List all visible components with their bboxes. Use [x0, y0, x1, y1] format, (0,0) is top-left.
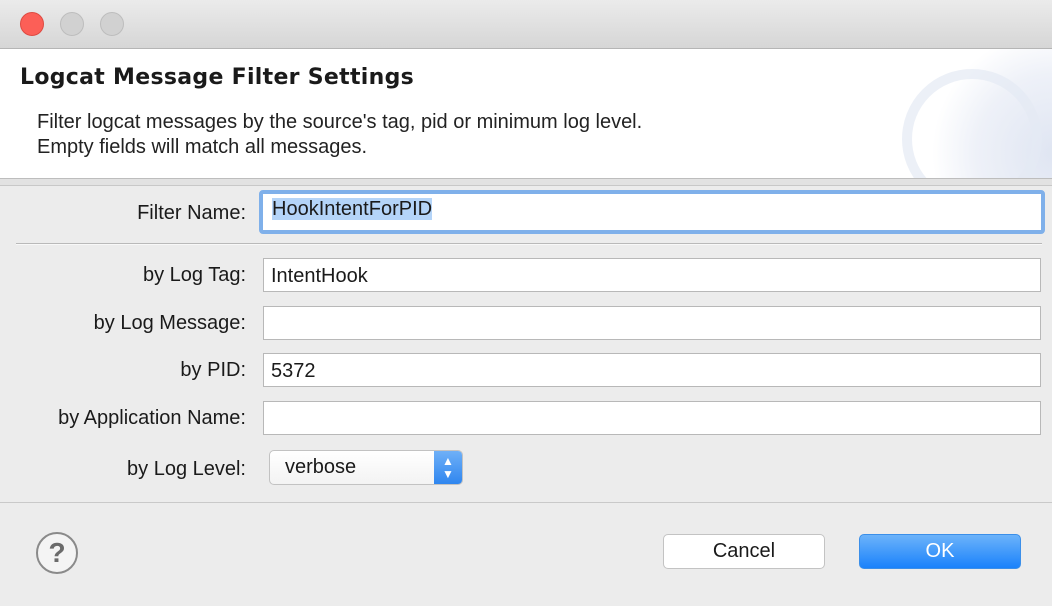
- filter-form: Filter Name: HookIntentForPID by Log Tag…: [0, 186, 1052, 502]
- cancel-button[interactable]: Cancel: [663, 534, 825, 569]
- form-divider: [16, 243, 1042, 245]
- pid-label: by PID:: [180, 359, 246, 381]
- dialog-description-line2: Empty fields will match all messages.: [37, 136, 368, 158]
- filter-name-input[interactable]: HookIntentForPID: [259, 190, 1045, 234]
- log-level-value: verbose: [285, 456, 357, 478]
- application-name-input[interactable]: [263, 401, 1041, 435]
- zoom-window-button[interactable]: [100, 12, 124, 36]
- filter-name-label: Filter Name:: [137, 202, 246, 224]
- dialog-title: Logcat Message Filter Settings: [20, 65, 415, 90]
- close-window-button[interactable]: [20, 12, 44, 36]
- dialog-header: Logcat Message Filter Settings Filter lo…: [0, 49, 1052, 179]
- log-level-select[interactable]: verbose ▲ ▼: [269, 450, 463, 485]
- title-bar: [0, 0, 1052, 49]
- filter-name-value: HookIntentForPID: [272, 198, 433, 220]
- application-name-label: by Application Name:: [58, 407, 246, 429]
- log-tag-label: by Log Tag:: [142, 264, 246, 286]
- ok-button[interactable]: OK: [859, 534, 1021, 569]
- log-level-label: by Log Level:: [127, 458, 246, 480]
- button-bar-separator: [0, 502, 1052, 503]
- log-message-input[interactable]: [263, 306, 1041, 340]
- header-separator: [0, 179, 1052, 186]
- minimize-window-button[interactable]: [60, 12, 84, 36]
- pid-input[interactable]: 5372: [263, 353, 1041, 387]
- help-icon[interactable]: ?: [36, 532, 78, 574]
- log-message-label: by Log Message:: [93, 312, 246, 334]
- chevron-up-down-icon: ▲ ▼: [434, 451, 462, 484]
- dialog-description-line1: Filter logcat messages by the source's t…: [37, 111, 643, 133]
- log-tag-input[interactable]: IntentHook: [263, 258, 1041, 292]
